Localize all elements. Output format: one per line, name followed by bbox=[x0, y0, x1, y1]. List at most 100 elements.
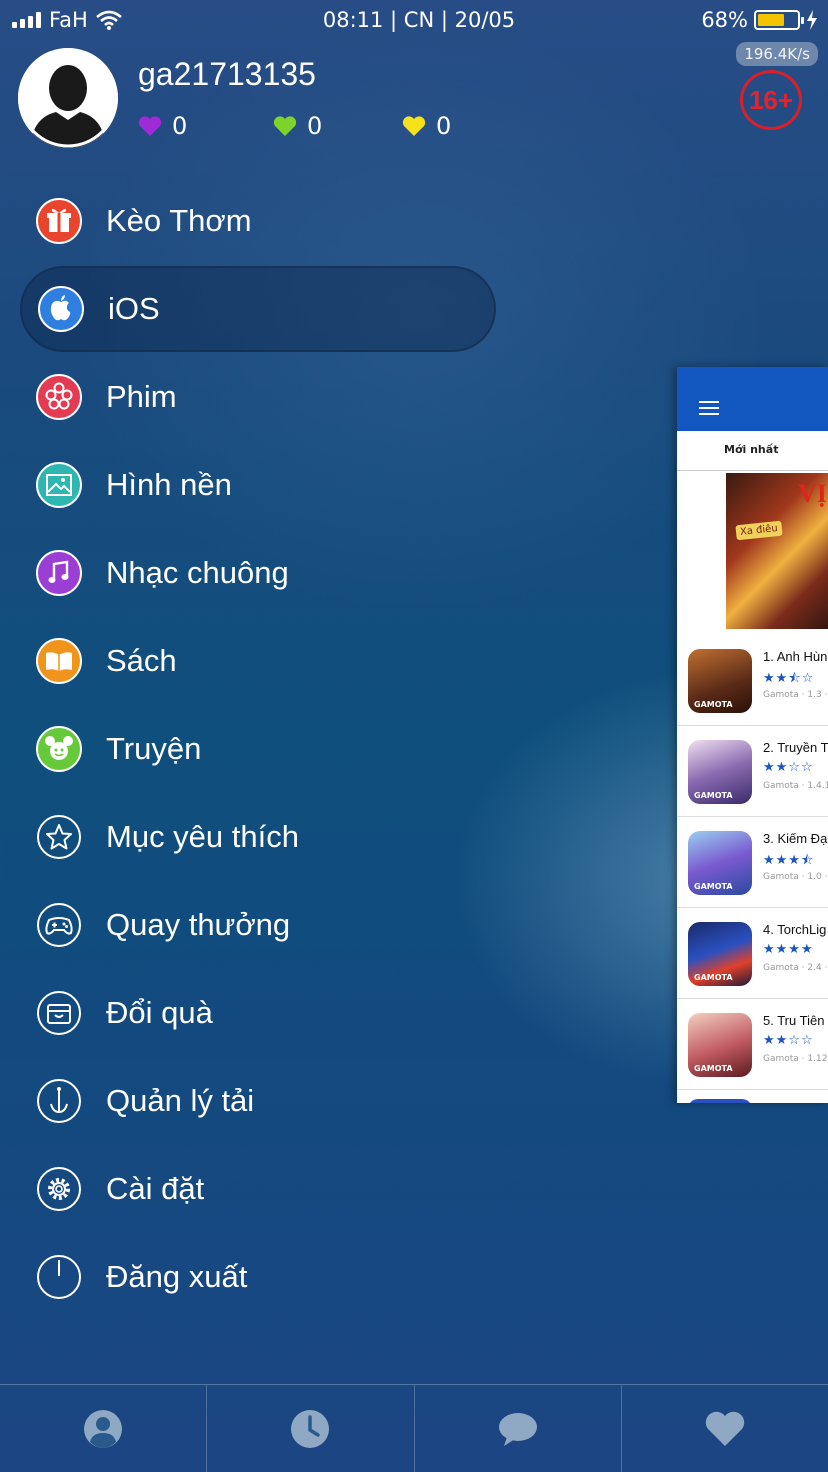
profile-icon bbox=[84, 1409, 123, 1448]
rating-stars: ★★☆☆ bbox=[763, 1033, 814, 1048]
avatar[interactable] bbox=[18, 48, 118, 148]
heart-icon bbox=[705, 1411, 745, 1446]
username: ga21713135 bbox=[138, 56, 316, 92]
gift-box-icon bbox=[36, 990, 82, 1036]
banner-subtitle: Xa điêu bbox=[735, 520, 783, 541]
app-name: 5. Tru Tiên bbox=[763, 1013, 825, 1028]
purple-heart-icon bbox=[138, 116, 162, 136]
hamburger-icon[interactable] bbox=[699, 401, 719, 419]
menu-label: Quản lý tải bbox=[106, 1083, 255, 1118]
menu-item-muc-yeu-thich[interactable]: Mục yêu thích bbox=[20, 794, 496, 880]
app-meta: Gamota · 1.121 bbox=[763, 1054, 828, 1064]
menu-label: Hình nền bbox=[106, 467, 232, 502]
app-meta: Gamota · 1.0 · bbox=[763, 872, 828, 882]
battery-icon bbox=[754, 10, 804, 30]
preview-header bbox=[677, 367, 828, 431]
app-name: 4. TorchLig bbox=[763, 922, 827, 937]
list-item[interactable]: GAMOTA 4. TorchLig ★★★★ Gamota · 2.4 · bbox=[677, 908, 828, 999]
battery-percent: 68% bbox=[701, 8, 748, 32]
menu-item-nhac-chuong[interactable]: Nhạc chuông bbox=[20, 530, 496, 616]
tab-profile[interactable] bbox=[0, 1385, 208, 1472]
menu-label: Đăng xuất bbox=[106, 1259, 248, 1294]
green-heart-count: 0 bbox=[307, 112, 323, 140]
app-icon: GAMOTA bbox=[688, 649, 752, 713]
star-icon bbox=[36, 814, 82, 860]
network-speed: 196.4K/s bbox=[736, 42, 818, 66]
menu-item-sach[interactable]: Sách bbox=[20, 618, 496, 704]
gear-icon bbox=[36, 1166, 82, 1212]
menu-item-dang-xuat[interactable]: Đăng xuất bbox=[20, 1234, 496, 1320]
tab-messages[interactable] bbox=[415, 1385, 622, 1472]
book-icon bbox=[36, 638, 82, 684]
clock-icon bbox=[291, 1409, 330, 1448]
promo-banner[interactable]: VỊ Xa điêu bbox=[726, 473, 828, 629]
green-heart-icon bbox=[273, 116, 297, 136]
app-icon: GAMOTA bbox=[688, 1013, 752, 1077]
menu-item-ios[interactable]: iOS bbox=[20, 266, 496, 352]
app-meta: Gamota · 2.4 · bbox=[763, 963, 828, 973]
menu-item-cai-dat[interactable]: Cài đặt bbox=[20, 1146, 496, 1232]
apple-icon bbox=[38, 286, 84, 332]
menu-item-keo-thom[interactable]: Kèo Thơm bbox=[20, 178, 496, 264]
yellow-heart-icon bbox=[402, 116, 426, 136]
list-item[interactable]: GAMOTA 1. Anh Hùng ★★⯪☆ Gamota · 1.3 · bbox=[677, 635, 828, 726]
wallpaper-icon bbox=[36, 462, 82, 508]
app-name: 2. Truyền T bbox=[763, 740, 828, 755]
purple-heart-counter: 0 bbox=[138, 112, 187, 140]
power-icon bbox=[36, 1254, 82, 1300]
menu-item-quay-thuong[interactable]: Quay thưởng bbox=[20, 882, 496, 968]
age-rating-badge: 16+ bbox=[740, 70, 802, 130]
menu-item-doi-qua[interactable]: Đổi quà bbox=[20, 970, 496, 1056]
app-name: 1. Anh Hùng bbox=[763, 649, 828, 664]
menu-label: Phim bbox=[106, 379, 177, 414]
rating-stars: ★★☆☆ bbox=[763, 760, 814, 775]
menu-label: Truyện bbox=[106, 731, 202, 766]
rating-stars: ★★★⯪ bbox=[763, 853, 815, 868]
menu-item-phim[interactable]: Phim bbox=[20, 354, 496, 440]
bottom-tab-bar bbox=[0, 1384, 828, 1472]
app-icon: GAMOTA bbox=[688, 922, 752, 986]
app-icon-partial bbox=[688, 1099, 752, 1103]
app-icon: GAMOTA bbox=[688, 740, 752, 804]
music-note-icon bbox=[36, 550, 82, 596]
tab-favorites[interactable] bbox=[622, 1385, 828, 1472]
menu-item-hinh-nen[interactable]: Hình nền bbox=[20, 442, 496, 528]
status-right: 68% bbox=[701, 8, 818, 32]
menu-label: Sách bbox=[106, 643, 177, 678]
yellow-heart-counter: 0 bbox=[402, 112, 451, 140]
chat-bubble-icon bbox=[498, 1412, 537, 1446]
menu-label: Quay thưởng bbox=[106, 907, 291, 942]
main-content-preview[interactable]: Mới nhất VỊ Xa điêu GAMOTA 1. Anh Hùng ★… bbox=[677, 367, 828, 1103]
gamepad-icon bbox=[36, 902, 82, 948]
charging-icon bbox=[807, 10, 817, 30]
menu-label: iOS bbox=[108, 291, 160, 326]
list-item[interactable]: GAMOTA 5. Tru Tiên ★★☆☆ Gamota · 1.121 bbox=[677, 999, 828, 1090]
download-icon bbox=[36, 1078, 82, 1124]
banner-title: VỊ bbox=[798, 479, 827, 508]
gift-icon bbox=[36, 198, 82, 244]
mickey-icon bbox=[36, 726, 82, 772]
app-meta: Gamota · 1.3 · bbox=[763, 690, 828, 700]
menu-label: Kèo Thơm bbox=[106, 203, 252, 238]
status-bar: FaH 08:11 | CN | 20/05 68% bbox=[0, 0, 828, 40]
menu-label: Đổi quà bbox=[106, 995, 213, 1030]
menu-label: Nhạc chuông bbox=[106, 555, 289, 590]
green-heart-counter: 0 bbox=[273, 112, 322, 140]
purple-heart-count: 0 bbox=[172, 112, 188, 140]
app-icon: GAMOTA bbox=[688, 831, 752, 895]
heart-counters: 0 0 0 bbox=[138, 112, 478, 142]
list-item[interactable]: GAMOTA 3. Kiếm Đạ ★★★⯪ Gamota · 1.0 · bbox=[677, 817, 828, 908]
menu-label: Mục yêu thích bbox=[106, 819, 299, 854]
app-name: 3. Kiếm Đạ bbox=[763, 831, 828, 846]
film-reel-icon bbox=[36, 374, 82, 420]
list-item[interactable]: GAMOTA 2. Truyền T ★★☆☆ Gamota · 1.4.19 bbox=[677, 726, 828, 817]
rating-stars: ★★★★ bbox=[763, 942, 814, 957]
menu-label: Cài đặt bbox=[106, 1171, 205, 1206]
rating-stars: ★★⯪☆ bbox=[763, 671, 815, 686]
user-silhouette-icon bbox=[18, 48, 118, 148]
menu-item-quan-ly-tai[interactable]: Quản lý tải bbox=[20, 1058, 496, 1144]
tab-history[interactable] bbox=[207, 1385, 415, 1472]
menu-item-truyen[interactable]: Truyện bbox=[20, 706, 496, 792]
app-meta: Gamota · 1.4.19 bbox=[763, 781, 828, 791]
tab-moi-nhat[interactable]: Mới nhất bbox=[677, 431, 828, 471]
